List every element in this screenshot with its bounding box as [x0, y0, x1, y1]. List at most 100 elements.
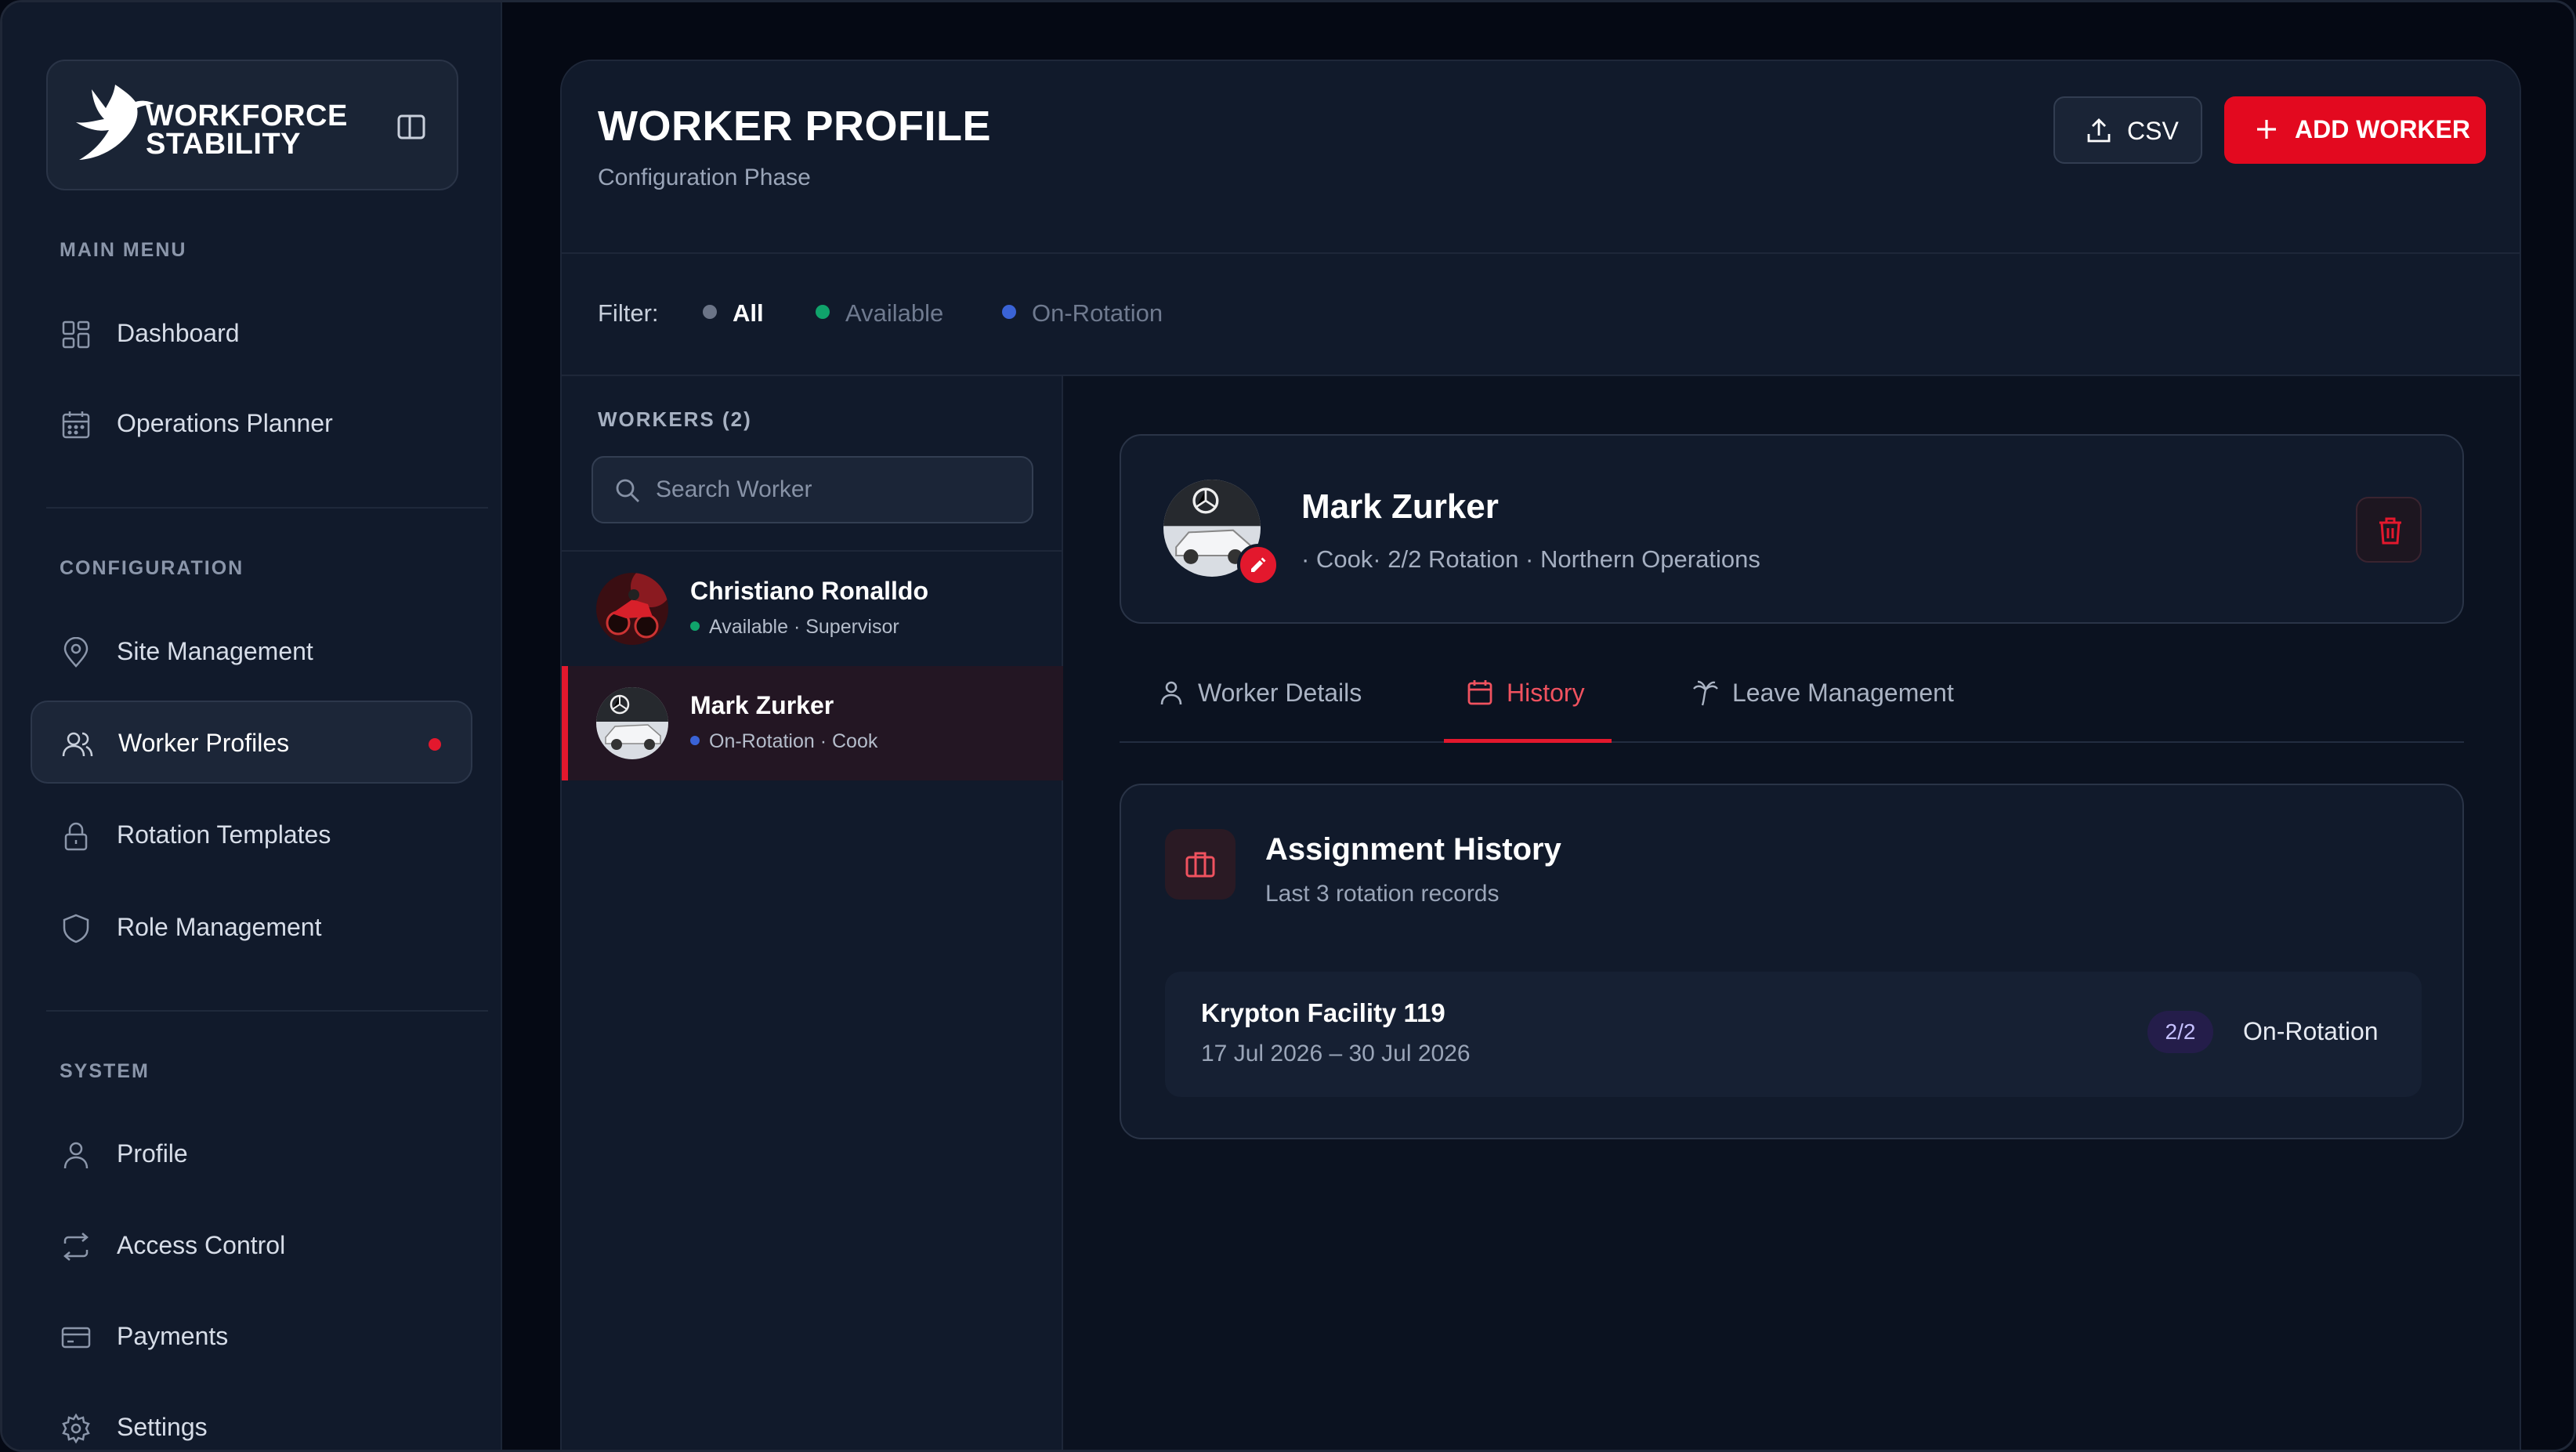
filter-bar: Filter: All Available On-Rotation	[562, 254, 2520, 376]
csv-export-button[interactable]: CSV	[2053, 96, 2202, 164]
plus-icon	[2257, 120, 2276, 139]
sidebar-divider	[46, 1010, 488, 1012]
sidebar-item-profile[interactable]: Profile	[31, 1113, 472, 1196]
worker-detail-panel: Mark Zurker · Cook· 2/2 Rotation · North…	[1065, 376, 2520, 1450]
filter-option-label: Available	[845, 299, 944, 327]
sidebar-item-payments[interactable]: Payments	[31, 1295, 472, 1378]
sidebar-item-label: Payments	[117, 1322, 229, 1350]
record-status: On-Rotation	[2243, 1017, 2379, 1045]
upload-icon	[2087, 118, 2111, 143]
filter-option-label: On-Rotation	[1032, 299, 1163, 327]
sidebar-item-rotation-templates[interactable]: Rotation Templates	[31, 794, 472, 877]
tab-label: Worker Details	[1198, 679, 1362, 707]
history-record[interactable]: Krypton Facility 119 17 Jul 2026 – 30 Ju…	[1165, 972, 2422, 1097]
sidebar-item-label: Access Control	[117, 1231, 286, 1259]
worker-row-mark[interactable]: Mark Zurker On-Rotation · Cook	[562, 666, 1063, 780]
app-window: WORKFORCE STABILITY MAIN MENU Dashboard …	[0, 0, 2576, 1452]
filter-option-available[interactable]: Available	[816, 299, 943, 328]
sidebar-item-label: Worker Profiles	[118, 729, 290, 757]
history-subtitle: Last 3 rotation records	[1265, 881, 1500, 907]
sidebar-item-access-control[interactable]: Access Control	[31, 1204, 472, 1287]
brand-card: WORKFORCE STABILITY	[46, 60, 458, 190]
worker-name: Christiano Ronalldo	[690, 577, 928, 605]
tab-history[interactable]: History	[1444, 677, 1612, 743]
section-system: SYSTEM	[60, 1060, 150, 1082]
repeat-icon	[63, 1233, 89, 1261]
search-box	[592, 456, 1033, 523]
trash-icon	[2379, 517, 2401, 545]
main-panel: WORKER PROFILE Configuration Phase CSV A…	[560, 60, 2521, 1450]
pencil-icon	[1251, 557, 1266, 572]
user-icon	[63, 1142, 89, 1169]
active-indicator-dot	[429, 738, 441, 751]
sidebar-item-label: Operations Planner	[117, 409, 333, 437]
sidebar-toggle-icon[interactable]	[393, 108, 430, 146]
dashboard-icon	[62, 320, 90, 349]
worker-row-christiano[interactable]: Christiano Ronalldo Available · Supervis…	[562, 552, 1063, 666]
motorcycle-photo-icon	[596, 573, 668, 645]
users-icon	[62, 732, 93, 757]
sidebar-item-site-management[interactable]: Site Management	[31, 610, 472, 693]
page-header: WORKER PROFILE Configuration Phase CSV A…	[562, 61, 2520, 254]
profile-name: Mark Zurker	[1301, 487, 1499, 526]
sidebar-item-settings[interactable]: Settings	[31, 1386, 472, 1450]
status-dot	[690, 736, 700, 745]
workers-count-title: WORKERS (2)	[598, 407, 752, 431]
worker-meta: Available · Supervisor	[690, 616, 899, 639]
sidebar-item-worker-profiles[interactable]: Worker Profiles	[31, 701, 472, 784]
rotation-badge: 2/2	[2147, 1011, 2213, 1053]
location-pin-icon	[63, 637, 89, 668]
delete-worker-button[interactable]	[2356, 497, 2422, 563]
lock-icon	[64, 822, 88, 851]
tab-bar: Worker Details History Leave Management	[1120, 655, 2464, 743]
record-site: Krypton Facility 119	[1201, 998, 1445, 1027]
section-main-menu: MAIN MENU	[60, 239, 187, 261]
filter-option-on-rotation[interactable]: On-Rotation	[1002, 299, 1163, 328]
page-title: WORKER PROFILE	[598, 103, 991, 150]
user-icon	[1160, 681, 1182, 705]
tab-label: Leave Management	[1732, 679, 1954, 707]
search-input[interactable]	[656, 472, 1016, 508]
worker-meta-text: Available · Supervisor	[709, 616, 899, 638]
worker-list-panel: WORKERS (2) Christiano Ronalldo Availabl…	[562, 376, 1063, 1450]
status-dot	[1002, 305, 1016, 319]
status-dot	[816, 305, 830, 319]
sidebar-divider	[46, 507, 488, 509]
brand-name: WORKFORCE STABILITY	[146, 100, 348, 161]
filter-option-all[interactable]: All	[703, 299, 764, 328]
search-icon	[616, 479, 639, 502]
sidebar-item-label: Dashboard	[117, 319, 240, 347]
worker-name: Mark Zurker	[690, 691, 834, 719]
worker-meta-text: On-Rotation · Cook	[709, 730, 878, 752]
brand-line-2: STABILITY	[146, 128, 302, 161]
status-dot	[703, 305, 717, 319]
calendar-icon	[1467, 680, 1492, 705]
sidebar-item-operations-planner[interactable]: Operations Planner	[31, 382, 472, 465]
worker-avatar	[596, 687, 668, 759]
brand-line-1: WORKFORCE	[146, 100, 348, 132]
worker-meta: On-Rotation · Cook	[690, 730, 877, 753]
tab-worker-details[interactable]: Worker Details	[1157, 677, 1377, 743]
csv-button-label: CSV	[2127, 117, 2179, 145]
add-worker-button[interactable]: ADD WORKER	[2224, 96, 2486, 164]
history-title: Assignment History	[1265, 832, 1561, 867]
calendar-icon	[62, 411, 90, 439]
history-icon-tile	[1165, 829, 1236, 900]
sidebar-item-role-management[interactable]: Role Management	[31, 886, 472, 969]
record-dates: 17 Jul 2026 – 30 Jul 2026	[1201, 1041, 1471, 1066]
section-configuration: CONFIGURATION	[60, 557, 244, 579]
sidebar-item-dashboard[interactable]: Dashboard	[31, 292, 472, 375]
profile-card: Mark Zurker · Cook· 2/2 Rotation · North…	[1120, 434, 2464, 624]
profile-meta: · Cook· 2/2 Rotation · Northern Operatio…	[1301, 545, 1760, 573]
filter-label: Filter:	[598, 299, 659, 327]
add-worker-label: ADD WORKER	[2295, 115, 2470, 143]
edit-avatar-button[interactable]	[1237, 544, 1279, 586]
status-dot	[690, 621, 700, 631]
sidebar-item-label: Role Management	[117, 913, 322, 941]
shield-icon	[63, 914, 89, 943]
sidebar-item-label: Rotation Templates	[117, 820, 331, 849]
briefcase-icon	[1185, 852, 1215, 878]
car-photo-icon	[596, 687, 668, 759]
tab-leave-management[interactable]: Leave Management	[1691, 677, 1989, 743]
sidebar-item-label: Profile	[117, 1139, 188, 1168]
